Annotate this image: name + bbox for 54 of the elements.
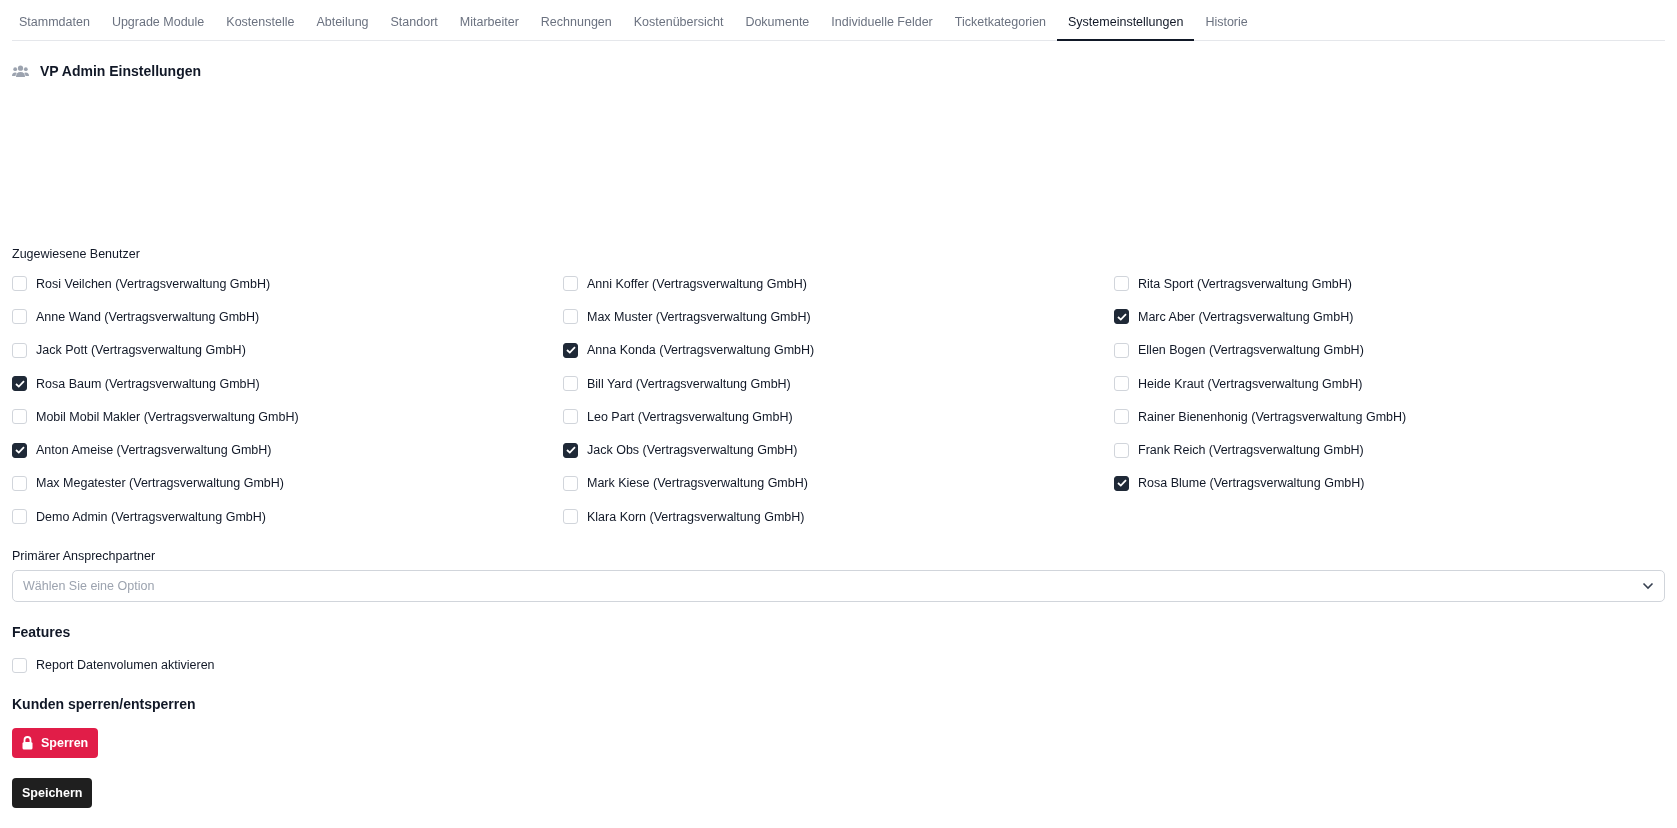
user-label: Leo Part (Vertragsverwaltung GmbH) [587, 409, 793, 424]
tab[interactable]: Kostenübersicht [622, 8, 735, 41]
checkbox[interactable] [563, 442, 578, 458]
user-label: Jack Obs (Vertragsverwaltung GmbH) [587, 443, 798, 458]
field-label: Primärer Ansprechpartner [12, 549, 156, 564]
user-label: Mobil Mobil Makler (Vertragsverwaltung GmbH) [36, 409, 299, 424]
user-label: Heide Kraut (Vertragsverwaltung GmbH) [1138, 376, 1363, 391]
tab[interactable]: Historie [1194, 8, 1259, 41]
tab[interactable]: Ticketkategorien [943, 8, 1058, 41]
checkbox[interactable] [12, 376, 27, 392]
user-label: Rosi Veilchen (Vertragsverwaltung GmbH) [36, 276, 271, 291]
lock-icon [22, 735, 33, 750]
tab[interactable]: Individuelle Felder [820, 8, 944, 41]
user-label: Mark Kiese (Vertragsverwaltung GmbH) [587, 476, 808, 491]
checkbox[interactable] [1114, 475, 1129, 491]
user-label: Jack Pott (Vertragsverwaltung GmbH) [36, 343, 246, 358]
user-label: Rita Sport (Vertragsverwaltung GmbH) [1138, 276, 1352, 291]
tab[interactable]: Abteilung [305, 8, 380, 41]
tab[interactable]: Rechnungen [529, 8, 623, 41]
checkbox[interactable] [1114, 309, 1129, 325]
tab[interactable]: Mitarbeiter [448, 8, 530, 41]
tab[interactable]: Stammdaten [12, 8, 101, 41]
save-button[interactable]: Speichern [12, 777, 93, 808]
user-label: Max Megatester (Vertragsverwaltung GmbH) [36, 476, 284, 491]
user-label: Anna Konda (Vertragsverwaltung GmbH) [587, 343, 815, 358]
user-label: Marc Aber (Vertragsverwaltung GmbH) [1138, 309, 1354, 324]
checkbox[interactable] [563, 342, 578, 358]
user-label: Demo Admin (Vertragsverwaltung GmbH) [36, 509, 266, 524]
feature-label: Report Datenvolumen aktivieren [36, 658, 215, 672]
chevron-down-icon [1642, 582, 1654, 591]
user-label: Max Muster (Vertragsverwaltung GmbH) [587, 309, 811, 324]
user-label: Rosa Blume (Vertragsverwaltung GmbH) [1138, 476, 1365, 491]
user-label: Anne Wand (Vertragsverwaltung GmbH) [36, 309, 260, 324]
users-icon [12, 64, 29, 78]
user-label: Bill Yard (Vertragsverwaltung GmbH) [587, 376, 791, 391]
user-label: Rosa Baum (Vertragsverwaltung GmbH) [36, 376, 260, 391]
user-label: Klara Korn (Vertragsverwaltung GmbH) [587, 509, 805, 524]
tab[interactable]: Systemeinstellungen [1057, 8, 1195, 41]
user-label: Anni Koffer (Vertragsverwaltung GmbH) [587, 276, 807, 291]
tab[interactable]: Standort [379, 8, 449, 41]
select-field[interactable]: Wählen Sie eine Option [12, 570, 1665, 603]
tab[interactable]: Upgrade Module [100, 8, 216, 41]
section-heading: Kunden sperren/entsperren [12, 695, 196, 712]
tab[interactable]: Kostenstelle [215, 8, 306, 41]
tab[interactable]: Dokumente [734, 8, 821, 41]
user-label: Anton Ameise (Vertragsverwaltung GmbH) [36, 443, 272, 458]
lock-button[interactable]: Sperren [12, 727, 99, 758]
section-title: VP Admin Einstellungen [40, 63, 202, 79]
section-heading: Features [12, 624, 71, 641]
user-label: Rainer Bienenhonig (Vertragsverwaltung GmbH) [1138, 409, 1407, 424]
checkbox[interactable] [12, 442, 27, 458]
user-label: Ellen Bogen (Vertragsverwaltung GmbH) [1138, 343, 1364, 358]
user-label: Frank Reich (Vertragsverwaltung GmbH) [1138, 443, 1364, 458]
field-label: Zugewiesene Benutzer [12, 247, 140, 261]
